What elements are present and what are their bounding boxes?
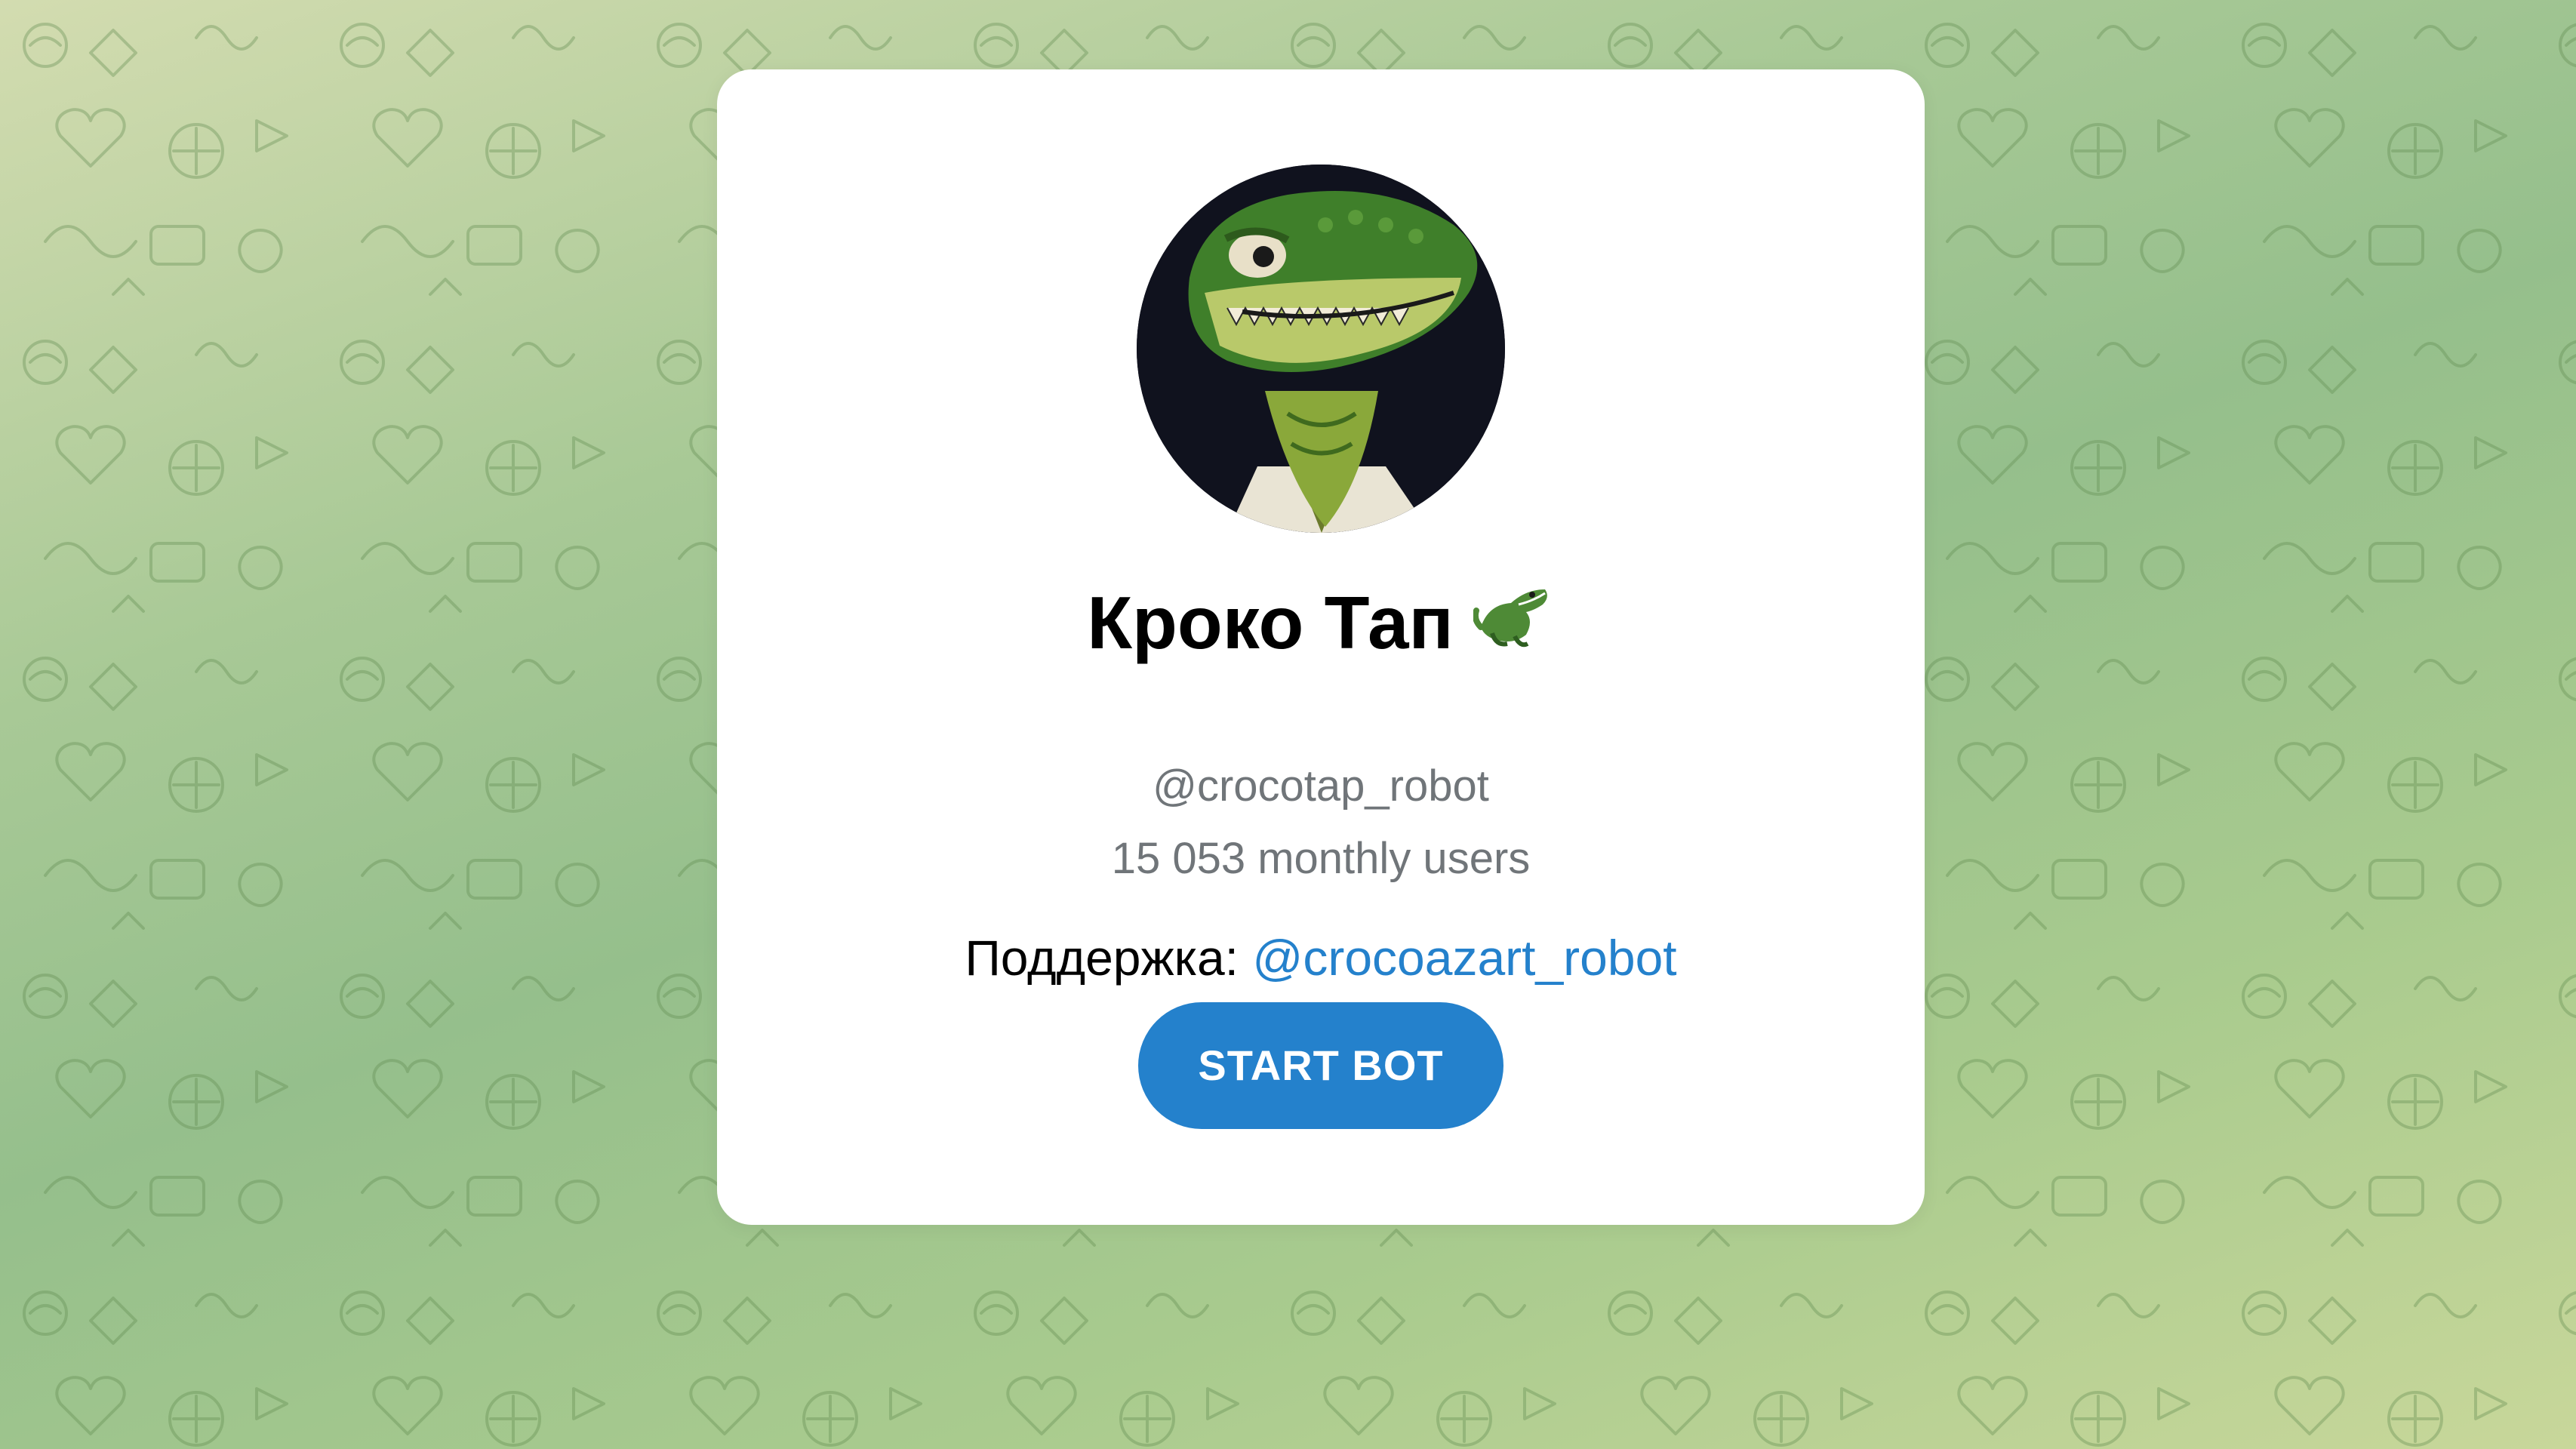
support-link[interactable]: @crocoazart_robot xyxy=(1252,930,1676,986)
bot-name: Кроко Тап xyxy=(1087,581,1454,664)
bot-username: @crocotap_robot xyxy=(1153,761,1489,811)
crocodile-emoji-icon xyxy=(1472,574,1555,673)
start-bot-button[interactable]: START BOT xyxy=(1138,1002,1503,1129)
support-line: Поддержка: @crocoazart_robot xyxy=(717,924,1925,992)
bot-avatar xyxy=(1137,165,1505,533)
monthly-users-count: 15 053 monthly users xyxy=(1111,834,1531,883)
bot-title: Кроко Тап xyxy=(717,574,1925,673)
bot-preview-card: Кроко Тап @crocotap_robot 15 053 monthly… xyxy=(717,69,1925,1225)
crocodile-avatar-image xyxy=(1137,165,1505,533)
support-label: Поддержка: xyxy=(965,930,1239,986)
